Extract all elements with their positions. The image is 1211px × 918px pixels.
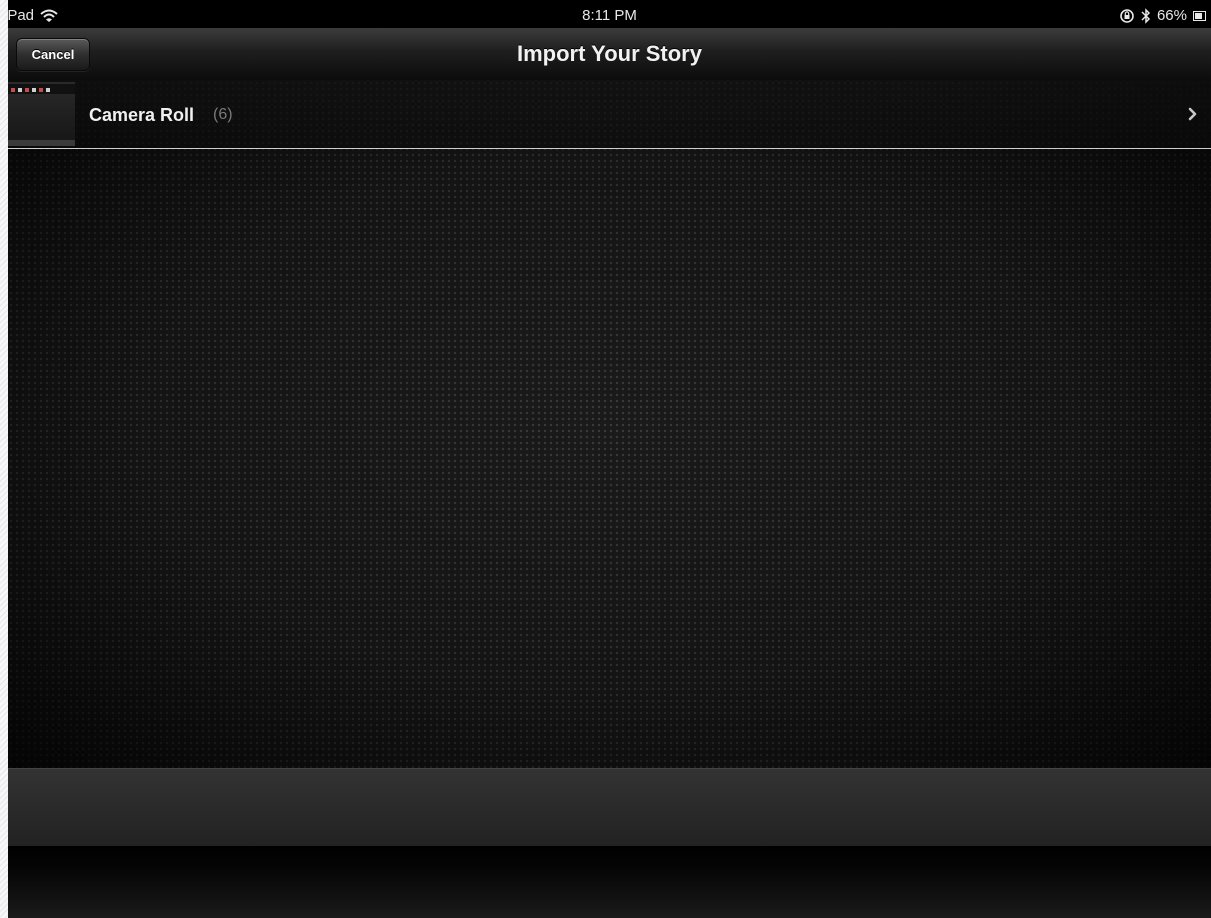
navigation-bar: Cancel Import Your Story	[8, 28, 1211, 81]
album-count: (6)	[213, 106, 233, 123]
rotation-lock-icon	[1119, 8, 1135, 24]
page-frame: iPad 8:11 PM	[0, 0, 1211, 918]
battery-icon	[1193, 10, 1207, 22]
thumbnail-mark	[25, 88, 29, 92]
thumbnail-mark	[46, 88, 50, 92]
status-bar: iPad 8:11 PM	[8, 4, 1211, 28]
status-time: 8:11 PM	[582, 7, 637, 24]
album-list: Camera Roll (6)	[8, 80, 1211, 768]
thumbnail-mark	[18, 88, 22, 92]
page-title: Import Your Story	[517, 41, 702, 66]
album-row-camera-roll[interactable]: Camera Roll (6)	[8, 80, 1211, 149]
ipad-screen: iPad 8:11 PM	[8, 0, 1211, 918]
bottom-bar	[8, 846, 1211, 918]
thumbnail-mark	[11, 88, 15, 92]
thumbnail-strip	[8, 84, 75, 94]
bottom-toolbar	[8, 768, 1211, 847]
chevron-right-icon	[1187, 105, 1199, 123]
thumbnail-mark	[32, 88, 36, 92]
thumbnail-mark	[39, 88, 43, 92]
status-right: 66%	[1119, 7, 1207, 24]
bluetooth-icon	[1141, 7, 1151, 24]
album-name: Camera Roll	[89, 105, 195, 125]
album-thumbnail	[8, 82, 75, 146]
thumbnail-bottom-strip	[8, 140, 75, 146]
battery-percent: 66%	[1156, 7, 1187, 24]
